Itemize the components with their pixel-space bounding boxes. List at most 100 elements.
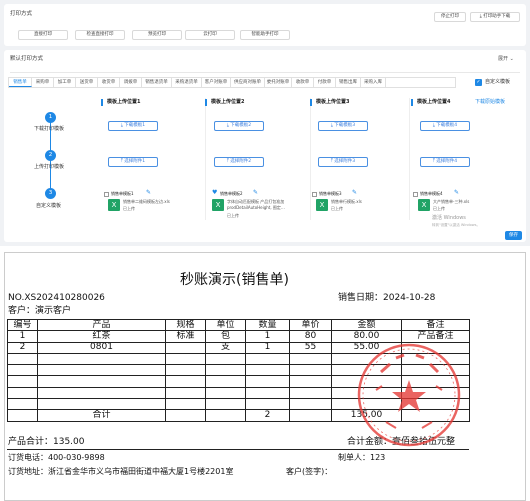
print-preview-button[interactable]: 预览打印 <box>132 30 182 40</box>
checkbox-icon[interactable] <box>413 192 418 197</box>
select-file-1-button[interactable]: ⤒ 选择附件1 <box>108 157 158 167</box>
edit-icon[interactable]: ✎ <box>352 190 357 196</box>
select-file-2-label: 选择附件2 <box>230 159 252 164</box>
download-icon: ⤓ <box>330 123 333 128</box>
edit-icon[interactable]: ✎ <box>454 190 459 196</box>
assistant-print-button[interactable]: 智能助手打印 <box>240 30 290 40</box>
download-template-3-button[interactable]: ⤓ 下载模板3 <box>318 121 368 131</box>
table-cell: 0801 <box>37 341 166 354</box>
tab-sales-return[interactable]: 销售退货单 <box>142 78 172 87</box>
download-icon: ⤓ <box>120 123 123 128</box>
upload-icon: ⤒ <box>226 159 229 164</box>
table-cell: 1 <box>245 341 290 354</box>
uploaded-template-4-status: 已上传 <box>433 206 445 211</box>
excel-file-icon: X <box>418 199 430 211</box>
select-file-3-button[interactable]: ⤒ 选择附件3 <box>318 157 368 167</box>
edit-icon[interactable]: ✎ <box>146 190 151 196</box>
template-slot-4-title: 模板上传位置4 <box>411 99 450 106</box>
stop-print-button[interactable]: 停止打印 <box>434 12 466 22</box>
table-cell: 支 <box>205 341 246 354</box>
select-file-3-label: 选择附件3 <box>334 159 356 164</box>
step-3-badge: 3 <box>45 188 56 199</box>
cloud-print-button[interactable]: 云打印 <box>185 30 235 40</box>
print-check-direct-button[interactable]: 检查直接打印 <box>75 30 125 40</box>
save-button[interactable]: 保存 <box>505 231 522 240</box>
tab-transfer[interactable]: 调拨单 <box>120 78 142 87</box>
upload-icon: ⤒ <box>330 159 333 164</box>
select-file-2-button[interactable]: ⤒ 选择附件2 <box>214 157 264 167</box>
select-file-4-button[interactable]: ⤒ 选择附件4 <box>420 157 470 167</box>
tab-processing[interactable]: 加工单 <box>54 78 76 87</box>
download-icon: ⤓ <box>226 123 229 128</box>
tab-delivery[interactable]: 送货单 <box>76 78 98 87</box>
excel-file-icon: X <box>212 199 224 211</box>
column-divider <box>310 98 311 220</box>
template-slot-2-title: 模板上传位置2 <box>205 99 244 106</box>
tab-sales-out[interactable]: 销售出库 <box>336 78 361 87</box>
uploaded-template-2-name: 销售单模板2 <box>220 191 243 196</box>
print-direct-button[interactable]: 直接打印 <box>18 30 68 40</box>
header-cell: 单位 <box>205 318 246 332</box>
excel-file-icon: X <box>316 199 328 211</box>
settings-panel: 打印方式 停止打印 ⤓ 打印助手下载 直接打印 检查直接打印 预览打印 云打印 … <box>0 0 530 246</box>
download-template-2-button[interactable]: ⤓ 下载模板2 <box>214 121 264 131</box>
header-cell: 规格 <box>165 318 206 332</box>
tab-purchase[interactable]: 采购单 <box>32 78 54 87</box>
download-template-3-label: 下载模板3 <box>334 123 356 128</box>
uploaded-template-1-status: 已上传 <box>123 206 135 211</box>
download-tool-button[interactable]: ⤓ 打印助手下载 <box>470 12 520 22</box>
header-cell: 编号 <box>7 318 38 332</box>
tab-payment[interactable]: 付款单 <box>314 78 336 87</box>
total-label: 合计 <box>37 409 166 422</box>
tab-sales[interactable]: 销售单 <box>9 78 32 87</box>
tab-purchase-in[interactable]: 采购入库 <box>361 78 386 87</box>
table-cell: 产品备注 <box>401 330 470 343</box>
download-template-2-label: 下载模板2 <box>230 123 252 128</box>
uploaded-template-1-name: 销售单模板1 <box>111 191 134 196</box>
document-title: 秒账演示(销售单) <box>180 272 289 288</box>
checkbox-icon[interactable] <box>312 192 317 197</box>
collapse-label: 展开 <box>498 56 509 62</box>
heart-icon[interactable]: ♥ <box>212 190 217 196</box>
download-template-4-label: 下载模板4 <box>436 123 458 128</box>
template-slot-1-title: 模板上传位置1 <box>101 99 140 106</box>
customer-signature: 客户(签字)： <box>286 467 333 476</box>
checkbox-icon[interactable] <box>104 192 109 197</box>
step-1-badge: 1 <box>45 112 56 123</box>
header-cell: 金额 <box>331 318 402 332</box>
print-mode-card: 打印方式 停止打印 ⤓ 打印助手下载 直接打印 检查直接打印 预览打印 云打印 … <box>4 4 526 46</box>
step-1-label: 下载打印模板 <box>34 126 65 132</box>
table-cell: 80.00 <box>331 330 402 343</box>
customer-name: 客户：演示客户 <box>8 306 72 316</box>
order-phone: 订货电话：400-030-9898 <box>8 453 105 462</box>
table-cell: 包 <box>205 330 246 343</box>
table-cell: 1 <box>7 330 38 343</box>
header-cell: 备注 <box>401 318 470 332</box>
table-cell: 1 <box>245 330 290 343</box>
select-file-4-label: 选择附件4 <box>436 159 458 164</box>
download-template-4-button[interactable]: ⤓ 下载模板4 <box>420 121 470 131</box>
table-cell: 55 <box>289 341 332 354</box>
step-3-label: 自定义模板 <box>36 203 62 209</box>
upload-icon: ⤒ <box>120 159 123 164</box>
uploaded-template-2-status: 已上传 <box>227 213 239 218</box>
tab-receiving[interactable]: 收货单 <box>98 78 120 87</box>
document-creator: 制单人：123 <box>338 453 386 462</box>
select-file-1-label: 选择附件1 <box>124 159 146 164</box>
order-address: 订货地址：浙江省金华市义乌市福田街道中福大厦1号楼2201室 <box>8 467 234 476</box>
tab-supplier-statement[interactable]: 供应商对账单 <box>231 78 265 87</box>
tab-purchase-return[interactable]: 采购退货单 <box>172 78 202 87</box>
download-original-link[interactable]: 下载原始模板 <box>475 99 505 106</box>
uploaded-template-3-status: 已上传 <box>331 206 343 211</box>
tab-customer-statement[interactable]: 客户对账单 <box>202 78 231 87</box>
edit-icon[interactable]: ✎ <box>253 190 258 196</box>
excel-file-icon: X <box>108 199 120 211</box>
collapse-toggle[interactable]: 展开 ⌄ <box>498 56 514 63</box>
tab-consign-statement[interactable]: 委托对账单 <box>265 78 292 87</box>
download-icon: ⤓ <box>432 123 435 128</box>
table-cell: 标准 <box>165 330 206 343</box>
tab-receipt[interactable]: 收款单 <box>292 78 314 87</box>
download-template-1-button[interactable]: ⤓ 下载模板1 <box>108 121 158 131</box>
step-2-label: 上传打印模板 <box>34 164 65 170</box>
product-total: 产品合计：135.00 <box>8 437 85 447</box>
